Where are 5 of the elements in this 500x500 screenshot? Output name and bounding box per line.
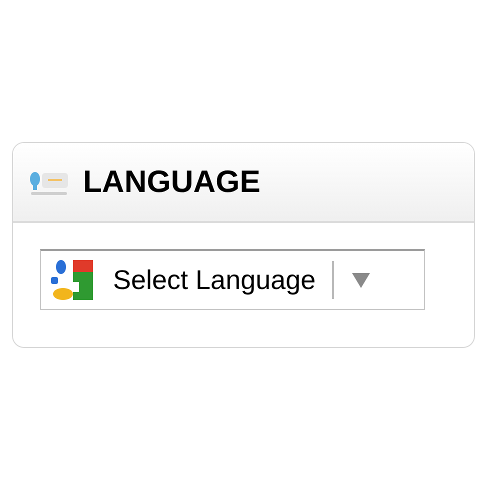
dropdown-arrow-icon [352, 271, 370, 289]
google-logo-icon [51, 258, 95, 302]
select-value: Select Language [113, 264, 316, 297]
panel-title: LANGUAGE [83, 162, 260, 201]
language-select[interactable]: Select Language [40, 249, 425, 310]
